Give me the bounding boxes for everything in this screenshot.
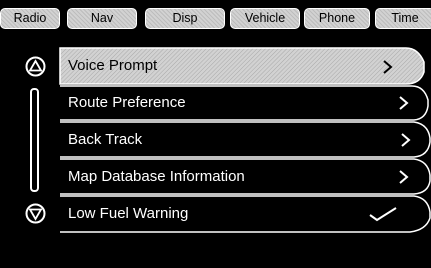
menu-item-low-fuel-warning[interactable]: Low Fuel Warning [58, 197, 424, 231]
tab-bar: Radio Nav Disp Vehicle Phone Time [0, 0, 431, 38]
scroll-up-icon[interactable] [25, 56, 46, 77]
scrollbar[interactable] [30, 88, 39, 192]
chevron-right-icon [399, 170, 409, 184]
menu-item-label: Back Track [68, 131, 143, 148]
chevron-right-icon [399, 96, 409, 110]
menu-item-label: Route Preference [68, 94, 186, 111]
tab-vehicle[interactable]: Vehicle [230, 8, 300, 29]
menu-item-map-database-information[interactable]: Map Database Information [58, 160, 424, 194]
tab-disp[interactable]: Disp [145, 8, 225, 29]
chevron-right-icon [401, 133, 411, 147]
chevron-right-icon [383, 60, 393, 74]
menu-item-label: Map Database Information [68, 168, 245, 185]
menu-item-voice-prompt[interactable]: Voice Prompt [58, 49, 424, 83]
tab-nav[interactable]: Nav [67, 8, 137, 29]
scroll-down-icon[interactable] [25, 203, 46, 224]
menu-item-route-preference[interactable]: Route Preference [58, 87, 424, 121]
tab-phone[interactable]: Phone [304, 8, 370, 29]
tab-radio[interactable]: Radio [0, 8, 60, 29]
menu-item-back-track[interactable]: Back Track [58, 123, 424, 157]
menu-item-label: Low Fuel Warning [68, 205, 189, 222]
checkmark-icon [369, 207, 397, 222]
menu-item-label: Voice Prompt [68, 57, 158, 74]
tab-time[interactable]: Time [375, 8, 431, 29]
